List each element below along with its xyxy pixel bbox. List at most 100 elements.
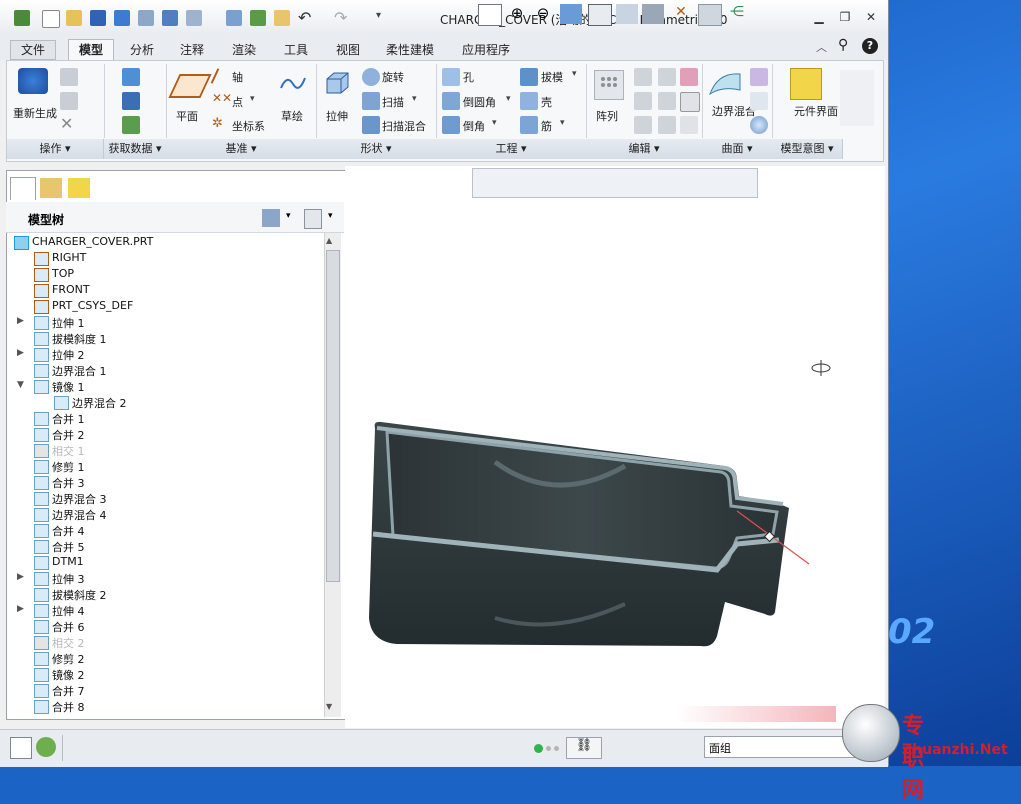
solidify-icon[interactable] — [658, 116, 676, 134]
group-surfaces[interactable]: 曲面 ▾ — [702, 139, 773, 159]
extrude-button[interactable]: 拉伸 — [326, 108, 348, 124]
group-operations[interactable]: 操作 ▾ — [7, 139, 104, 159]
check-icon[interactable] — [250, 10, 266, 26]
pattern-button[interactable]: 阵列 — [596, 108, 618, 124]
copy-icon[interactable] — [60, 68, 78, 86]
rib-dropdown-icon[interactable]: ▾ — [560, 118, 565, 128]
tree-settings-dropdown-icon[interactable]: ▾ — [286, 211, 291, 221]
boundary-blend-icon[interactable] — [708, 68, 742, 98]
expand-icon[interactable]: ▶ — [17, 348, 25, 358]
redo-icon[interactable]: ↷ — [334, 8, 347, 27]
model-tree-tab-icon[interactable] — [10, 177, 36, 200]
tab-0[interactable]: 文件 — [10, 40, 57, 60]
tree-item[interactable]: 修剪 1 — [14, 458, 314, 474]
shrinkwrap-icon[interactable] — [122, 116, 140, 134]
save-icon[interactable] — [90, 10, 106, 26]
component-interface-button[interactable]: 元件界面 — [794, 106, 838, 118]
tree-item[interactable]: TOP — [14, 266, 314, 282]
tree-item[interactable]: 合并 4 — [14, 522, 314, 538]
style-icon[interactable] — [750, 68, 768, 86]
extend-icon[interactable] — [658, 68, 676, 86]
tree-item[interactable]: 拔模斜度 1 — [14, 330, 314, 346]
fill-icon[interactable] — [750, 116, 768, 134]
csys-button[interactable]: 坐标系 — [232, 118, 265, 134]
point-button[interactable]: 点 — [232, 94, 243, 110]
tab-7[interactable]: 柔性建模 — [376, 40, 444, 60]
new-file-icon[interactable] — [42, 10, 60, 28]
tree-item[interactable]: 相交 2 — [14, 634, 314, 650]
tree-item[interactable]: 边界混合 3 — [14, 490, 314, 506]
tree-item[interactable]: 拔模斜度 2 — [14, 586, 314, 602]
thicken-icon[interactable] — [680, 116, 698, 134]
tree-settings-icon[interactable] — [262, 209, 280, 227]
round-button[interactable]: 倒圆角 — [463, 94, 496, 110]
extrude-icon[interactable] — [324, 70, 350, 96]
tree-item[interactable]: ▶ 拉伸 4 — [14, 602, 314, 618]
tab-1[interactable]: 模型 — [68, 39, 115, 61]
annotation-display-icon[interactable] — [698, 4, 722, 26]
tree-item[interactable]: PRT_CSYS_DEF — [14, 298, 314, 314]
revolve-button[interactable]: 旋转 — [382, 69, 404, 85]
boundary-blend-button[interactable]: 边界混合 — [712, 106, 756, 118]
chamfer-dropdown-icon[interactable]: ▾ — [492, 118, 497, 128]
tree-item[interactable]: 修剪 2 — [14, 650, 314, 666]
tree-item[interactable]: 合并 6 — [14, 618, 314, 634]
group-shapes[interactable]: 形状 ▾ — [316, 139, 437, 159]
repaint-icon[interactable] — [560, 4, 582, 24]
zoom-out-icon[interactable]: ⊖ — [532, 4, 554, 24]
sketch-button[interactable]: 草绘 — [281, 108, 303, 124]
tree-item[interactable]: 边界混合 4 — [14, 506, 314, 522]
collapse-icon[interactable]: ▼ — [17, 380, 25, 390]
window-icon[interactable] — [138, 10, 154, 26]
round-dropdown-icon[interactable]: ▾ — [506, 94, 511, 104]
show-navigator-icon[interactable] — [10, 737, 32, 759]
mirror-icon[interactable] — [634, 68, 652, 86]
tree-item[interactable]: ▶ 拉伸 3 — [14, 570, 314, 586]
group-datum[interactable]: 基准 ▾ — [166, 139, 317, 159]
edit-icon[interactable] — [226, 10, 242, 26]
tree-item[interactable]: 合并 2 — [14, 426, 314, 442]
swept-blend-button[interactable]: 扫描混合 — [382, 118, 426, 134]
browser-icon[interactable] — [36, 737, 56, 757]
find-icon[interactable]: ⛓ — [566, 737, 602, 759]
tree-scrollbar-thumb[interactable] — [326, 250, 340, 582]
freestyle-icon[interactable] — [750, 92, 768, 110]
user-defined-feature-icon[interactable] — [122, 68, 140, 86]
open-folder-icon[interactable] — [66, 10, 82, 26]
tab-4[interactable]: 渲染 — [222, 40, 266, 60]
search-icon[interactable]: ⚲ — [838, 37, 848, 53]
saved-views-icon[interactable] — [616, 4, 638, 24]
datum-display-icon[interactable]: ✕ — [670, 4, 692, 24]
zoom-in-icon[interactable]: ⊕ — [506, 4, 528, 24]
expand-icon[interactable]: ▶ — [17, 572, 25, 582]
show-dropdown-icon[interactable]: ▾ — [328, 211, 333, 221]
offset-icon[interactable] — [680, 92, 700, 112]
tree-item[interactable]: 镜像 2 — [14, 666, 314, 682]
windows-icon[interactable] — [186, 10, 202, 26]
pattern-icon[interactable] — [594, 70, 624, 100]
minimize-icon[interactable]: ▁ — [808, 9, 830, 25]
paste-icon[interactable] — [60, 92, 78, 110]
tab-6[interactable]: 视图 — [326, 40, 370, 60]
folder-browser-tab-icon[interactable] — [40, 178, 62, 198]
group-editing[interactable]: 编辑 ▾ — [586, 139, 703, 159]
scroll-down-icon[interactable]: ▼ — [326, 702, 332, 711]
draft-dropdown-icon[interactable]: ▾ — [572, 69, 577, 79]
tree-item[interactable]: 边界混合 2 — [14, 394, 314, 410]
folder-icon[interactable] — [274, 10, 290, 26]
sketch-icon[interactable] — [280, 72, 306, 94]
tree-item[interactable]: ▶ 拉伸 1 — [14, 314, 314, 330]
undo-icon[interactable]: ↶ — [298, 8, 311, 27]
settings-icon[interactable] — [162, 10, 178, 26]
tree-item[interactable]: DTM1 — [14, 554, 314, 570]
sweep-dropdown-icon[interactable]: ▾ — [412, 94, 417, 104]
show-filter-icon[interactable] — [304, 209, 322, 229]
tab-8[interactable]: 应用程序 — [452, 40, 520, 60]
rib-button[interactable]: 筋 — [541, 118, 552, 134]
merge-icon[interactable] — [634, 92, 652, 110]
copy-geometry-icon[interactable] — [122, 92, 140, 110]
tree-item[interactable]: 合并 3 — [14, 474, 314, 490]
tree-item[interactable]: 合并 5 — [14, 538, 314, 554]
close-icon[interactable]: ✕ — [860, 9, 882, 25]
favorites-tab-icon[interactable] — [68, 178, 90, 198]
